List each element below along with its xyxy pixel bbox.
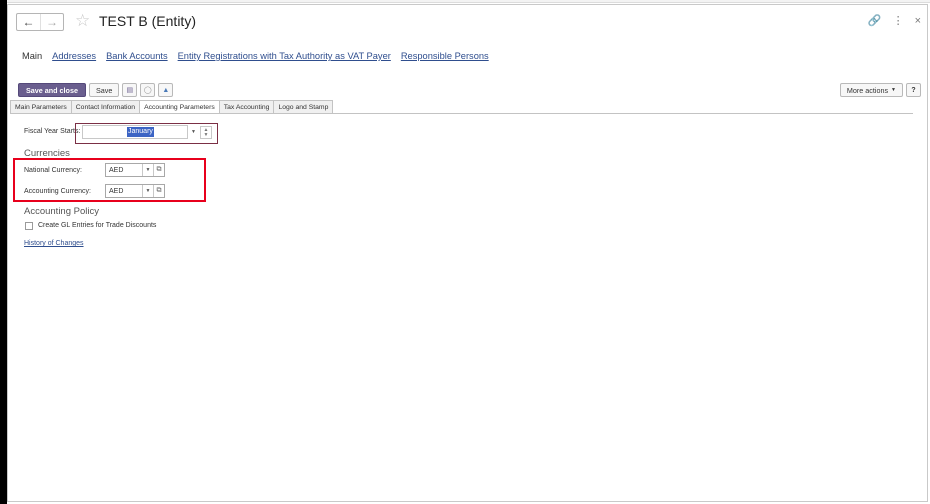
link-main[interactable]: Main: [22, 51, 42, 61]
accounting-currency-label: Accounting Currency:: [24, 188, 91, 195]
form-window: ← → ☆ TEST B (Entity) 🔗 ⋮ × Main Address…: [7, 4, 928, 502]
page-title: TEST B (Entity): [99, 13, 196, 29]
tab-main-parameters[interactable]: Main Parameters: [10, 100, 71, 114]
chevron-down-icon: ▼: [891, 87, 896, 93]
tab-underline: [10, 113, 913, 114]
link-bank-accounts[interactable]: Bank Accounts: [106, 51, 168, 61]
command-bar-right: More actions ▼ ?: [839, 83, 921, 97]
more-actions-button[interactable]: More actions ▼: [839, 83, 903, 97]
national-currency-value: AED: [109, 166, 124, 174]
accounting-currency-field[interactable]: AED ▼ ⧉: [105, 184, 165, 198]
section-links: Main Addresses Bank Accounts Entity Regi…: [22, 51, 489, 61]
top-edge-bar: [7, 0, 930, 3]
forward-arrow-icon[interactable]: →: [39, 14, 63, 30]
accounting-policy-heading: Accounting Policy: [24, 206, 99, 217]
gl-entries-checkbox[interactable]: [25, 222, 33, 230]
notify-button[interactable]: ▲: [158, 83, 174, 97]
title-bar: ← → ☆ TEST B (Entity) 🔗 ⋮ ×: [8, 5, 927, 41]
paperclip-icon: ◯: [143, 87, 152, 94]
tab-accounting-parameters[interactable]: Accounting Parameters: [139, 100, 219, 114]
tab-logo-and-stamp[interactable]: Logo and Stamp: [273, 100, 334, 114]
vertical-dots-icon[interactable]: ⋮: [893, 14, 904, 27]
save-button[interactable]: Save: [88, 83, 120, 97]
chevron-down-icon[interactable]: ▼: [142, 164, 153, 176]
page-frame: ← → ☆ TEST B (Entity) 🔗 ⋮ × Main Address…: [0, 0, 930, 504]
link-responsible-persons[interactable]: Responsible Persons: [401, 51, 489, 61]
link-vat-registrations[interactable]: Entity Registrations with Tax Authority …: [178, 51, 391, 61]
link-addresses[interactable]: Addresses: [52, 51, 96, 61]
attach-button[interactable]: ◯: [140, 83, 156, 97]
history-nav: ← →: [16, 13, 64, 31]
gl-entries-label: Create GL Entries for Trade Discounts: [38, 222, 157, 229]
chevron-down-icon[interactable]: ▼: [142, 185, 153, 197]
tab-tax-accounting[interactable]: Tax Accounting: [218, 100, 274, 114]
document-icon: ▤: [126, 87, 134, 94]
link-icon[interactable]: 🔗: [868, 14, 882, 27]
command-bar: Save and close Save ▤ ◯ ▲: [18, 83, 174, 97]
accounting-currency-value: AED: [109, 187, 124, 195]
chevron-down-icon[interactable]: ▼: [188, 126, 199, 138]
save-and-close-button[interactable]: Save and close: [18, 83, 86, 97]
more-actions-label: More actions: [846, 85, 889, 95]
fiscal-year-label: Fiscal Year Starts:: [24, 128, 81, 135]
tab-strip: Main Parameters Contact Information Acco…: [10, 100, 334, 114]
window-controls: 🔗 ⋮ ×: [868, 14, 921, 28]
document-button[interactable]: ▤: [122, 83, 138, 97]
national-currency-label: National Currency:: [24, 167, 82, 174]
close-icon[interactable]: ×: [915, 15, 921, 27]
left-edge-bar: [0, 0, 7, 504]
fiscal-year-field[interactable]: January: [82, 125, 188, 139]
history-of-changes-link[interactable]: History of Changes: [24, 240, 84, 247]
open-in-window-icon[interactable]: ⧉: [153, 185, 164, 197]
tab-contact-information[interactable]: Contact Information: [70, 100, 140, 114]
back-arrow-icon[interactable]: ←: [17, 14, 40, 30]
help-button[interactable]: ?: [906, 83, 921, 97]
national-currency-field[interactable]: AED ▼ ⧉: [105, 163, 165, 177]
fiscal-year-value: January: [127, 127, 154, 137]
open-in-window-icon[interactable]: ⧉: [153, 164, 164, 176]
bell-icon: ▲: [162, 86, 170, 94]
favorite-star-icon[interactable]: ☆: [75, 11, 90, 31]
spinner-icon[interactable]: ▲ ▼: [200, 126, 212, 139]
